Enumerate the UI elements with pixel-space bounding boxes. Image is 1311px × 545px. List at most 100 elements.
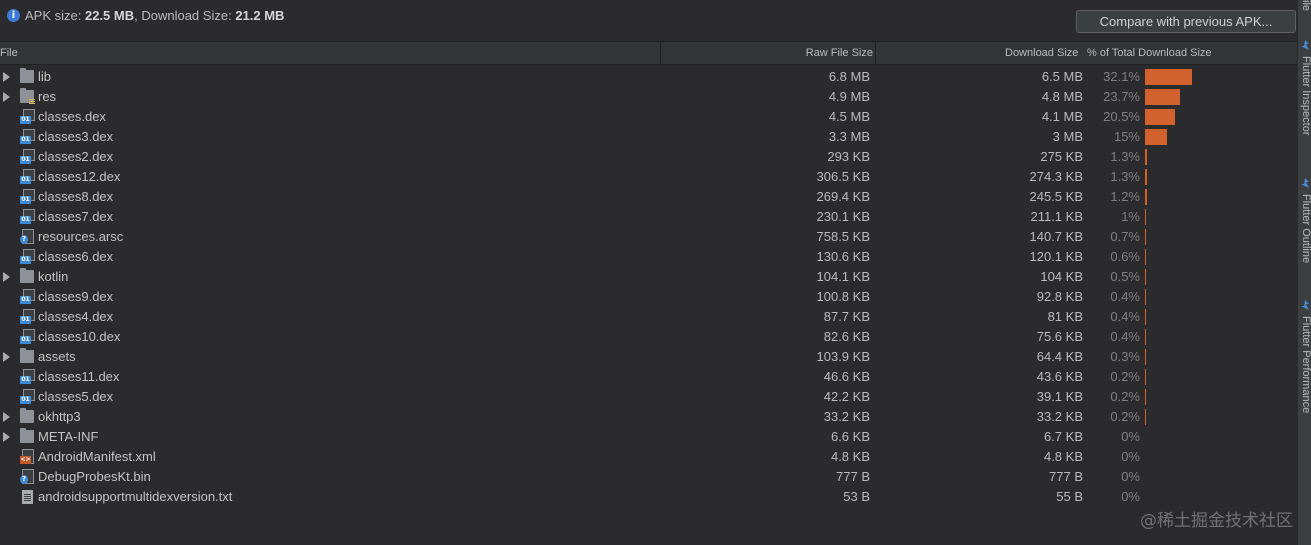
- raw-file-size: 130.6 KB: [816, 249, 871, 264]
- size-bar: [1145, 269, 1146, 285]
- raw-file-size: 4.9 MB: [828, 89, 870, 104]
- expand-arrow-icon[interactable]: [3, 272, 10, 282]
- percent-of-total: 0%: [1121, 469, 1140, 484]
- size-bar: [1145, 249, 1146, 265]
- compare-apk-button[interactable]: Compare with previous APK...: [1076, 10, 1296, 33]
- table-row[interactable]: okhttp3 33.2 KB 33.2 KB 0.2%: [0, 407, 1297, 427]
- folder-icon: [20, 408, 34, 423]
- download-size: 274.3 KB: [1029, 169, 1084, 184]
- size-bar: [1145, 229, 1146, 245]
- raw-file-size: 33.2 KB: [823, 409, 870, 424]
- table-row[interactable]: AndroidManifest.xml 4.8 KB 4.8 KB 0%: [0, 447, 1297, 467]
- table-row[interactable]: assets 103.9 KB 64.4 KB 0.3%: [0, 347, 1297, 367]
- size-bar: [1145, 369, 1146, 385]
- file-name: classes9.dex: [38, 289, 114, 304]
- size-bar: [1145, 289, 1146, 305]
- table-row[interactable]: META-INF 6.6 KB 6.7 KB 0%: [0, 427, 1297, 447]
- table-row[interactable]: androidsupportmultidexversion.txt 53 B 55 …: [0, 487, 1297, 507]
- raw-file-size: 46.6 KB: [823, 369, 870, 384]
- table-row[interactable]: classes3.dex 3.3 MB 3 MB 15%: [0, 127, 1297, 147]
- size-bar: [1145, 209, 1146, 225]
- table-row[interactable]: classes4.dex 87.7 KB 81 KB 0.4%: [0, 307, 1297, 327]
- file-name: classes10.dex: [38, 329, 121, 344]
- download-size: 6.5 MB: [1041, 69, 1083, 84]
- file-name: classes5.dex: [38, 389, 114, 404]
- table-row[interactable]: classes5.dex 42.2 KB 39.1 KB 0.2%: [0, 387, 1297, 407]
- table-row[interactable]: classes10.dex 82.6 KB 75.6 KB 0.4%: [0, 327, 1297, 347]
- size-bar: [1145, 409, 1146, 425]
- download-size: 211.1 KB: [1030, 209, 1083, 224]
- table-row[interactable]: classes2.dex 293 KB 275 KB 1.3%: [0, 147, 1297, 167]
- column-header-percent[interactable]: % of Total Download Size: [1087, 47, 1212, 59]
- download-size: 104 KB: [1040, 269, 1083, 284]
- expand-arrow-icon[interactable]: [3, 92, 10, 102]
- file-name: classes3.dex: [38, 129, 114, 144]
- column-header-file[interactable]: File: [0, 47, 18, 59]
- column-divider[interactable]: [660, 42, 661, 65]
- file-name: classes12.dex: [38, 169, 121, 184]
- dex-file-icon: [20, 189, 35, 204]
- percent-of-total: 0.4%: [1110, 309, 1140, 324]
- table-row[interactable]: classes9.dex 100.8 KB 92.8 KB 0.4%: [0, 287, 1297, 307]
- right-tool-strip: ile Flutter Inspector Flutter Outline Fl…: [1297, 0, 1311, 545]
- column-header-raw-size[interactable]: Raw File Size: [806, 47, 873, 59]
- dex-file-icon: [20, 129, 35, 144]
- dex-file-icon: [20, 249, 35, 264]
- text-file-icon: [22, 490, 33, 504]
- file-name: classes8.dex: [38, 189, 114, 204]
- percent-of-total: 0.2%: [1110, 389, 1140, 404]
- file-name: assets: [38, 349, 76, 364]
- expand-arrow-icon[interactable]: [3, 72, 10, 82]
- side-strip-top-label[interactable]: ile: [1300, 0, 1311, 11]
- download-size-value: 21.2 MB: [235, 8, 285, 23]
- raw-file-size: 4.5 MB: [828, 109, 870, 124]
- column-divider[interactable]: [875, 42, 876, 65]
- raw-file-size: 306.5 KB: [816, 169, 871, 184]
- raw-file-size: 104.1 KB: [816, 269, 871, 284]
- flutter-icon: [1301, 300, 1309, 310]
- raw-file-size: 777 B: [836, 469, 870, 484]
- percent-of-total: 0.2%: [1110, 409, 1140, 424]
- download-size: 140.7 KB: [1029, 229, 1084, 244]
- table-row[interactable]: classes11.dex 46.6 KB 43.6 KB 0.2%: [0, 367, 1297, 387]
- table-row[interactable]: lib 6.8 MB 6.5 MB 32.1%: [0, 67, 1297, 87]
- expand-arrow-icon[interactable]: [3, 352, 10, 362]
- dex-file-icon: [20, 309, 35, 324]
- file-tree-table: lib 6.8 MB 6.5 MB 32.1% res 4.9 MB 4.8 MB 23.7%…: [0, 67, 1297, 507]
- download-size: 81 KB: [1047, 309, 1083, 324]
- raw-file-size: 42.2 KB: [823, 389, 870, 404]
- folder-icon: [20, 348, 34, 363]
- table-row[interactable]: resources.arsc 758.5 KB 140.7 KB 0.7%: [0, 227, 1297, 247]
- table-row[interactable]: kotlin 104.1 KB 104 KB 0.5%: [0, 267, 1297, 287]
- expand-arrow-icon[interactable]: [3, 432, 10, 442]
- download-size-label: , Download Size:: [134, 8, 232, 23]
- side-tab-label: Flutter Outline: [1300, 194, 1311, 264]
- percent-of-total: 0.7%: [1110, 229, 1140, 244]
- dex-file-icon: [20, 169, 35, 184]
- dex-file-icon: [20, 369, 35, 384]
- table-row[interactable]: DebugProbesKt.bin 777 B 777 B 0%: [0, 467, 1297, 487]
- expand-arrow-icon[interactable]: [3, 412, 10, 422]
- table-row[interactable]: classes12.dex 306.5 KB 274.3 KB 1.3%: [0, 167, 1297, 187]
- column-header-download-size[interactable]: Download Size: [1005, 47, 1078, 59]
- percent-of-total: 0%: [1121, 489, 1140, 504]
- apk-size-label: APK size:: [25, 8, 82, 23]
- file-name: classes4.dex: [38, 309, 114, 324]
- size-bar: [1145, 169, 1147, 185]
- flutter-icon: [1301, 40, 1309, 50]
- download-size: 55 B: [1056, 489, 1083, 504]
- info-icon: i: [7, 9, 20, 22]
- download-size: 120.1 KB: [1029, 249, 1084, 264]
- size-bar: [1145, 129, 1167, 145]
- size-bar: [1145, 349, 1146, 365]
- table-row[interactable]: classes6.dex 130.6 KB 120.1 KB 0.6%: [0, 247, 1297, 267]
- download-size: 43.6 KB: [1036, 369, 1083, 384]
- percent-of-total: 1%: [1121, 209, 1140, 224]
- raw-file-size: 3.3 MB: [828, 129, 870, 144]
- table-row[interactable]: res 4.9 MB 4.8 MB 23.7%: [0, 87, 1297, 107]
- table-row[interactable]: classes8.dex 269.4 KB 245.5 KB 1.2%: [0, 187, 1297, 207]
- download-size: 275 KB: [1040, 149, 1083, 164]
- table-row[interactable]: classes7.dex 230.1 KB 211.1 KB 1%: [0, 207, 1297, 227]
- table-row[interactable]: classes.dex 4.5 MB 4.1 MB 20.5%: [0, 107, 1297, 127]
- unknown-file-icon: [20, 469, 34, 484]
